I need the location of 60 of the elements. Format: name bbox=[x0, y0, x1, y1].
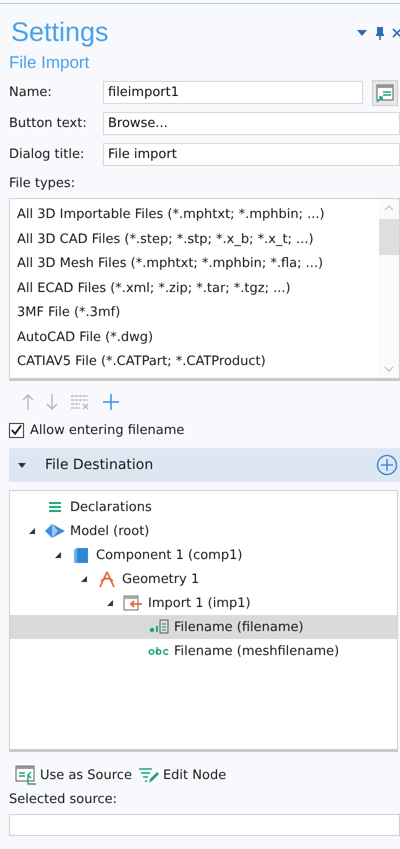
add-circle-icon[interactable] bbox=[376, 454, 398, 476]
section-title: File Destination bbox=[45, 457, 154, 473]
expand-arrow-icon[interactable] bbox=[106, 599, 114, 607]
tree-item[interactable]: Geometry 1 bbox=[10, 567, 397, 591]
list-item[interactable]: All 3D CAD Files (*.step; *.stp; *.x_b; *.x_t; ...) bbox=[10, 228, 379, 252]
list-icon bbox=[48, 501, 62, 513]
panel-title: Settings bbox=[11, 16, 109, 49]
tree-item-label: Component 1 (comp1) bbox=[96, 548, 242, 562]
list-item[interactable]: 3MF File (*.3mf) bbox=[10, 301, 379, 326]
text-field[interactable]: Browse... bbox=[103, 112, 400, 135]
text-field[interactable]: fileimport1 bbox=[103, 81, 363, 104]
node-link-button[interactable] bbox=[372, 80, 398, 106]
expand-arrow-icon[interactable] bbox=[54, 551, 62, 559]
abc-icon bbox=[148, 646, 170, 656]
cube-icon bbox=[73, 546, 89, 564]
compass-icon bbox=[98, 570, 116, 588]
list-item[interactable]: AutoCAD File (*.dwg) bbox=[10, 326, 379, 350]
checkbox[interactable] bbox=[9, 422, 24, 438]
tree-item[interactable]: Filename (meshfilename) bbox=[10, 639, 397, 663]
list-item[interactable]: All 3D Importable Files (*.mphtxt; *.mphbin; ...) bbox=[10, 203, 379, 228]
allow-filename-checkbox[interactable]: Allow entering filename bbox=[9, 418, 400, 442]
tree-item-label: Geometry 1 bbox=[122, 572, 200, 586]
tree-item[interactable]: Declarations bbox=[10, 495, 397, 519]
selected-source-field[interactable] bbox=[9, 814, 400, 836]
section-header[interactable]: File Destination bbox=[9, 448, 400, 482]
tree-item[interactable]: Filename (filename) bbox=[10, 615, 397, 639]
tree-item-label: Model (root) bbox=[70, 524, 150, 538]
field-label: Name: bbox=[9, 85, 53, 100]
field-label: Dialog title: bbox=[9, 147, 86, 162]
edit-icon bbox=[138, 766, 160, 784]
file-types-label: File types: bbox=[9, 176, 76, 193]
expand-arrow-icon[interactable] bbox=[28, 527, 36, 535]
scrollbar-thumb[interactable] bbox=[379, 219, 399, 255]
text-field-icon bbox=[149, 619, 169, 635]
close-icon[interactable] bbox=[392, 27, 400, 39]
field-label: Button text: bbox=[9, 116, 88, 131]
dropdown-icon[interactable] bbox=[356, 29, 368, 37]
tree-item[interactable]: Component 1 (comp1) bbox=[10, 543, 397, 567]
text-field[interactable]: File import bbox=[103, 143, 400, 166]
import-icon bbox=[123, 595, 143, 611]
use-source-icon bbox=[15, 765, 37, 785]
list-item[interactable]: All 3D Mesh Files (*.mphtxt; *.mphbin; *.fla; ...) bbox=[10, 252, 379, 276]
use-as-source-button[interactable]: Use as Source bbox=[15, 762, 132, 788]
tree-item-label: Import 1 (imp1) bbox=[148, 596, 251, 610]
collapse-arrow-icon[interactable] bbox=[17, 461, 27, 469]
pin-icon[interactable] bbox=[376, 26, 384, 40]
scrollbar[interactable] bbox=[379, 199, 399, 378]
panel-subtitle: File Import bbox=[9, 53, 90, 74]
tree-item[interactable]: Import 1 (imp1) bbox=[10, 591, 397, 615]
edit-node-button[interactable]: Edit Node bbox=[138, 762, 226, 788]
tree-item[interactable]: Model (root) bbox=[10, 519, 397, 543]
tree-item-label: Filename (meshfilename) bbox=[174, 644, 340, 658]
tree-item-label: Filename (filename) bbox=[174, 620, 304, 634]
list-item[interactable]: CATIAV5 File (*.CATPart; *.CATProduct) bbox=[10, 350, 379, 374]
selected-source-label: Selected source: bbox=[9, 792, 118, 809]
tree-item-label: Declarations bbox=[70, 500, 152, 514]
list-item[interactable]: All ECAD Files (*.xml; *.zip; *.tar; *.tgz; ...) bbox=[10, 276, 379, 301]
expand-arrow-icon[interactable] bbox=[80, 575, 88, 583]
checkbox-label: Allow entering filename bbox=[30, 422, 184, 438]
diamond-icon bbox=[44, 523, 66, 539]
